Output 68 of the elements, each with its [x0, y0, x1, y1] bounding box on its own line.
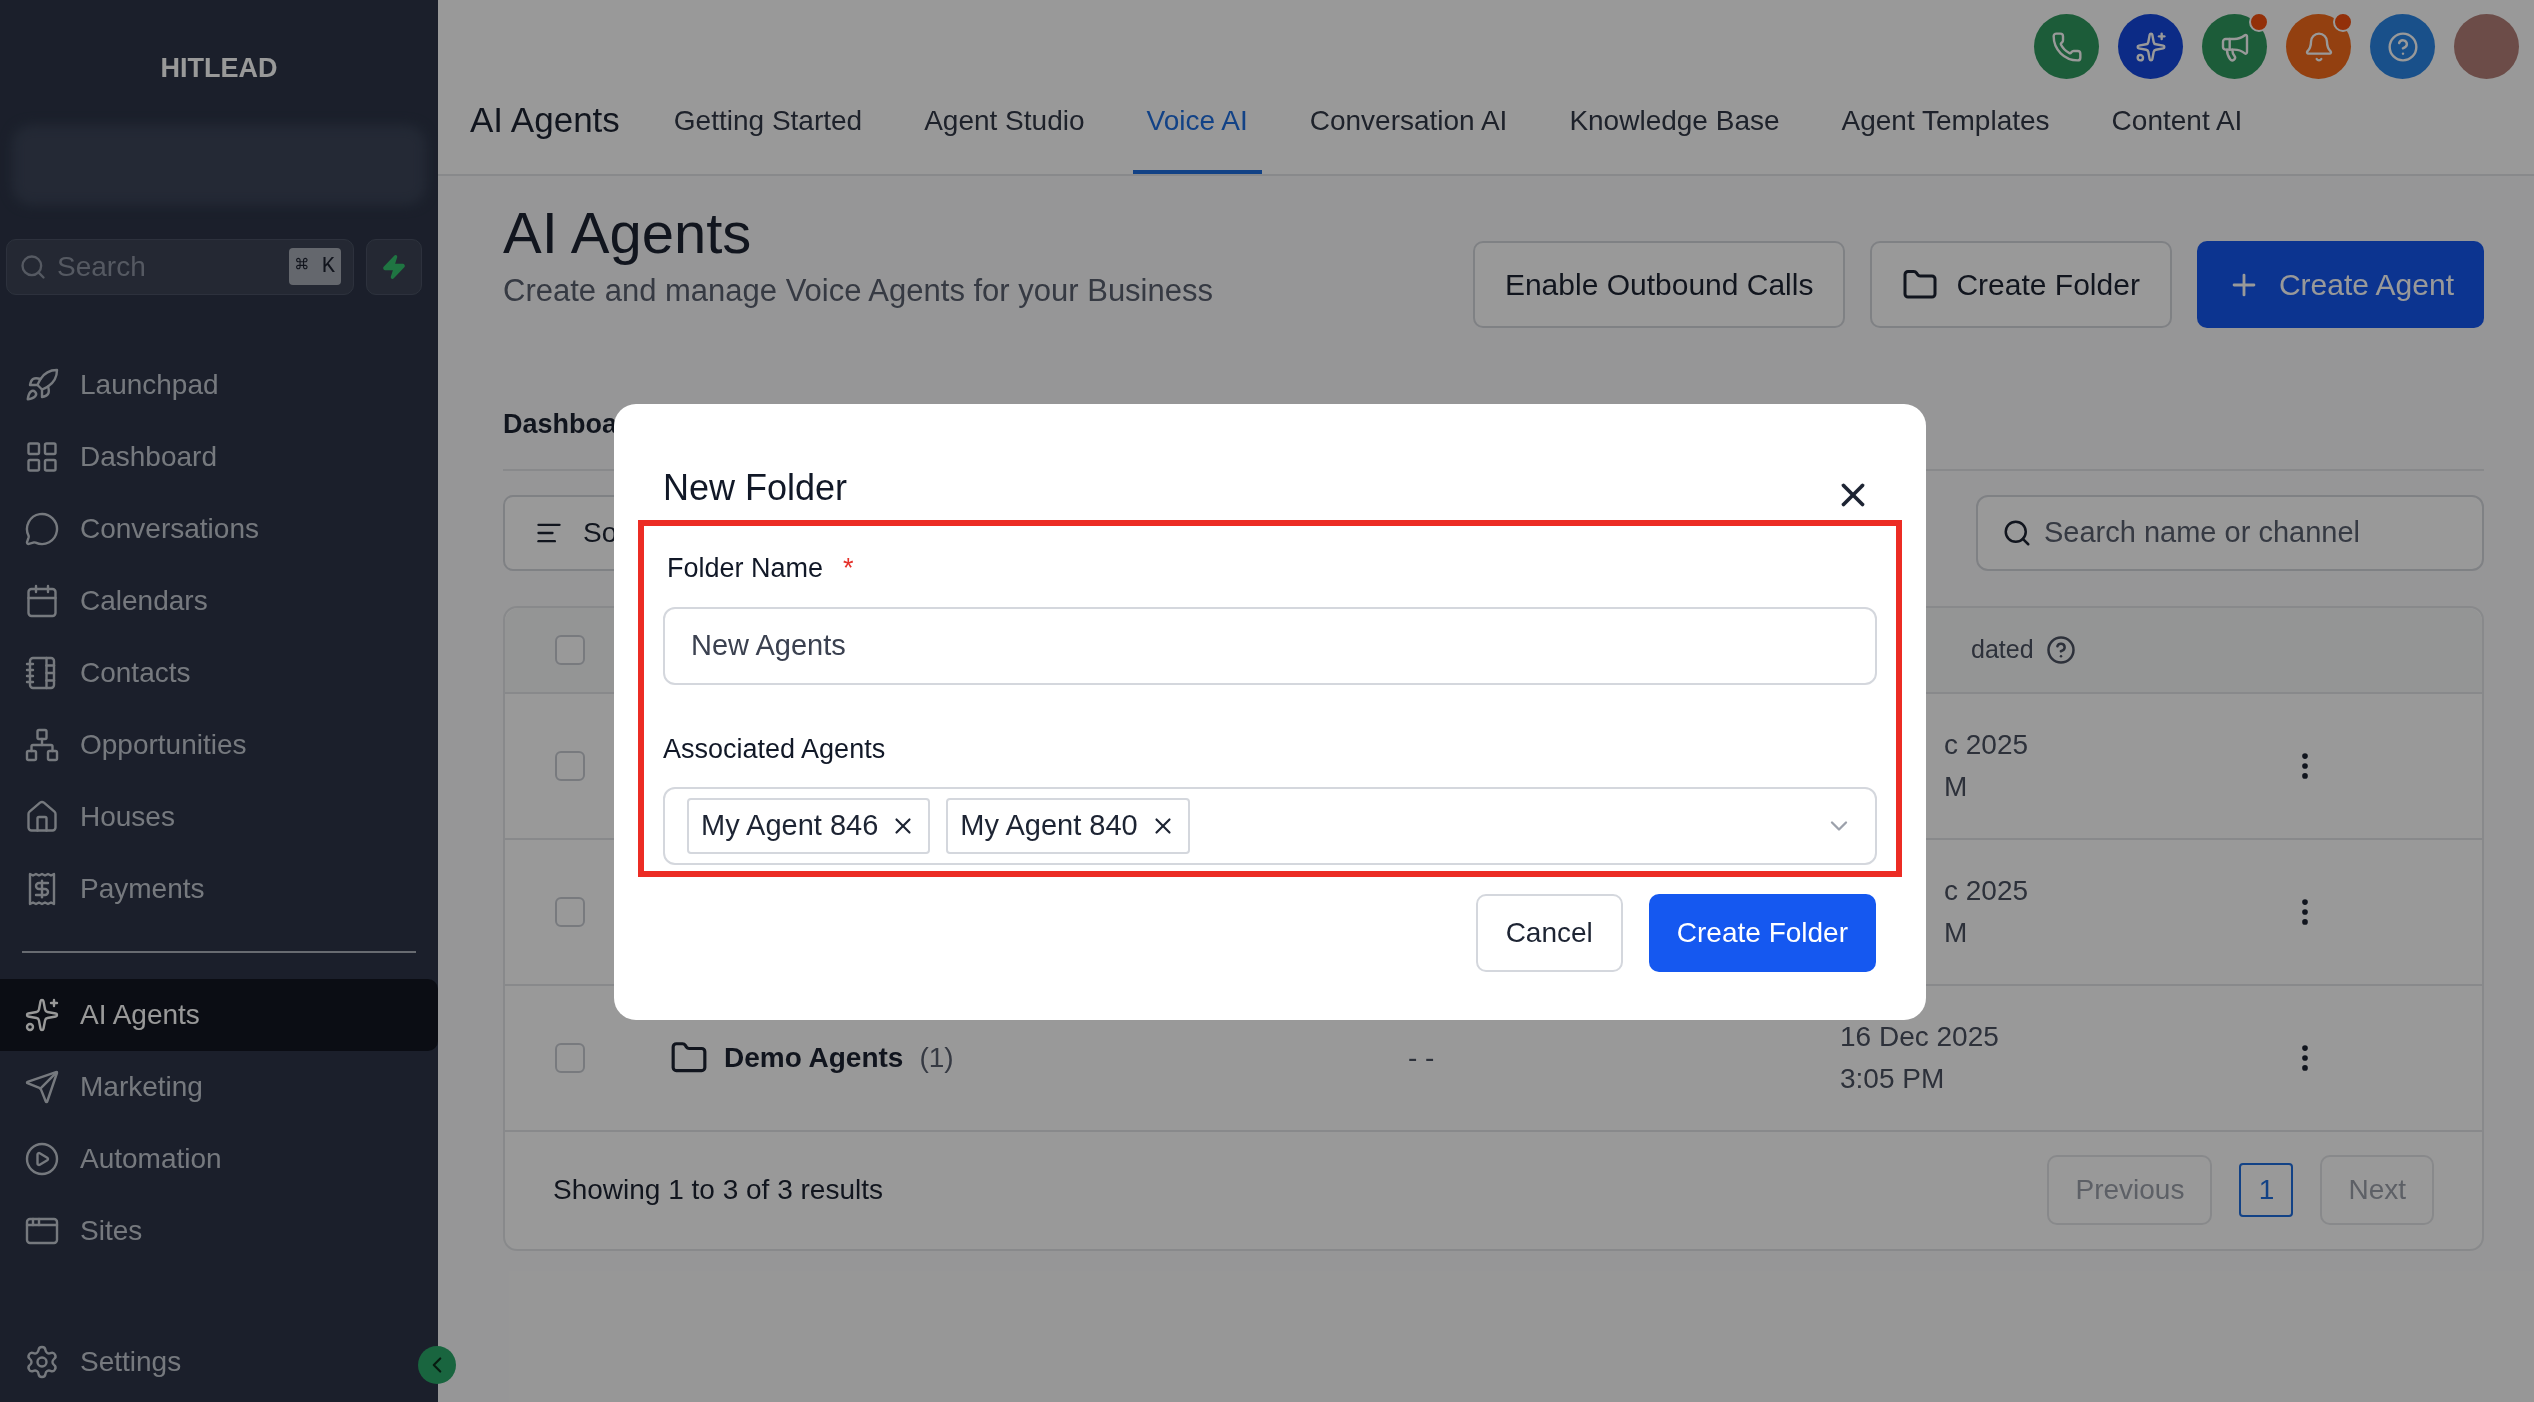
page-number-button[interactable]: 1	[2239, 1163, 2294, 1217]
sidebar-item[interactable]: Contacts	[0, 636, 438, 709]
sparkles-icon	[2134, 30, 2167, 63]
row-checkbox[interactable]	[555, 750, 585, 781]
nav-tab[interactable]: Getting Started	[659, 100, 877, 174]
date-text: c 2025	[1944, 727, 2030, 762]
house-icon	[24, 798, 60, 835]
required-mark: *	[843, 552, 854, 585]
sidebar-item[interactable]: Calendars	[0, 564, 438, 637]
date-text: 16 Dec 2025	[1840, 1019, 2000, 1054]
sidebar-item[interactable]: Launchpad	[0, 348, 438, 421]
chip-label: My Agent 846	[701, 808, 879, 844]
search-icon	[19, 252, 47, 281]
create-folder-button[interactable]: Create Folder	[1870, 241, 2172, 328]
field-label: Folder Name	[667, 552, 824, 585]
nav-tab[interactable]: Knowledge Base	[1555, 100, 1794, 174]
chat-bubble-icon	[24, 510, 60, 547]
time-text: 3:05 PM	[1840, 1061, 1946, 1096]
select-all-checkbox[interactable]	[555, 634, 585, 665]
sidebar-item[interactable]: Automation	[0, 1122, 438, 1195]
sidebar-item[interactable]: Dashboard	[0, 420, 438, 493]
settings-icon	[24, 1344, 60, 1380]
help-icon	[2386, 30, 2419, 63]
field-label: Associated Agents	[663, 732, 887, 766]
nav-tab[interactable]: Agent Templates	[1827, 100, 2064, 174]
calendar-icon	[24, 582, 60, 619]
collapse-sidebar-button[interactable]	[418, 1346, 456, 1384]
nav-tab[interactable]: Content AI	[2097, 100, 2257, 174]
page-subtitle: Create and manage Voice Agents for your Business	[503, 272, 1213, 310]
paper-plane-icon	[24, 1068, 60, 1105]
row-checkbox[interactable]	[555, 896, 585, 927]
item-count: (1)	[919, 1040, 954, 1075]
sidebar-item[interactable]: Conversations	[0, 492, 438, 565]
section-title: AI Agents	[470, 98, 620, 141]
create-agent-button[interactable]: Create Agent	[2196, 241, 2484, 328]
agents-multiselect[interactable]: My Agent 846 My Agent 840	[663, 787, 1877, 865]
create-folder-button[interactable]: Create Folder	[1648, 894, 1876, 972]
sidebar-item[interactable]: Payments	[0, 852, 438, 925]
quick-action-button[interactable]	[366, 238, 422, 295]
lightning-icon	[381, 253, 407, 280]
row-checkbox[interactable]	[555, 1042, 585, 1073]
shortcut-hint: ⌘ K	[289, 248, 341, 285]
date-text: c 2025	[1944, 873, 2030, 908]
table-cell: - -	[1408, 1041, 1435, 1073]
play-circle-icon	[24, 1140, 60, 1177]
cancel-button[interactable]: Cancel	[1475, 894, 1623, 972]
search-field[interactable]: Search name or channel	[1976, 494, 2484, 571]
sidebar-item[interactable]: Opportunities	[0, 708, 438, 781]
page-title: AI Agents	[503, 199, 753, 267]
dialog-title: New Folder	[663, 466, 848, 510]
chip-label: My Agent 840	[960, 808, 1138, 844]
brand-name: HITLEAD	[160, 52, 278, 85]
sidebar-item[interactable]: AI Agents	[0, 978, 438, 1051]
time-text: M	[1944, 769, 1969, 804]
network-icon	[24, 726, 60, 763]
nav-tab[interactable]: Agent Studio	[910, 100, 1099, 174]
rocket-icon	[24, 366, 60, 403]
folder-name[interactable]: Demo Agents	[724, 1036, 904, 1079]
phone-icon	[2050, 30, 2083, 63]
nav-tab[interactable]: Conversation AI	[1295, 100, 1522, 174]
outline-button[interactable]: Enable Outbound Calls	[1472, 241, 1846, 328]
time-text: M	[1944, 915, 1969, 950]
sparkles-icon	[24, 996, 60, 1033]
sidebar-item[interactable]: Houses	[0, 780, 438, 853]
sidebar-item[interactable]: Sites	[0, 1194, 438, 1267]
nav-tab[interactable]: Voice AI	[1132, 100, 1262, 174]
folder-name-input[interactable]: New Agents	[663, 606, 1877, 685]
results-summary: Showing 1 to 3 of 3 results	[553, 1173, 883, 1207]
